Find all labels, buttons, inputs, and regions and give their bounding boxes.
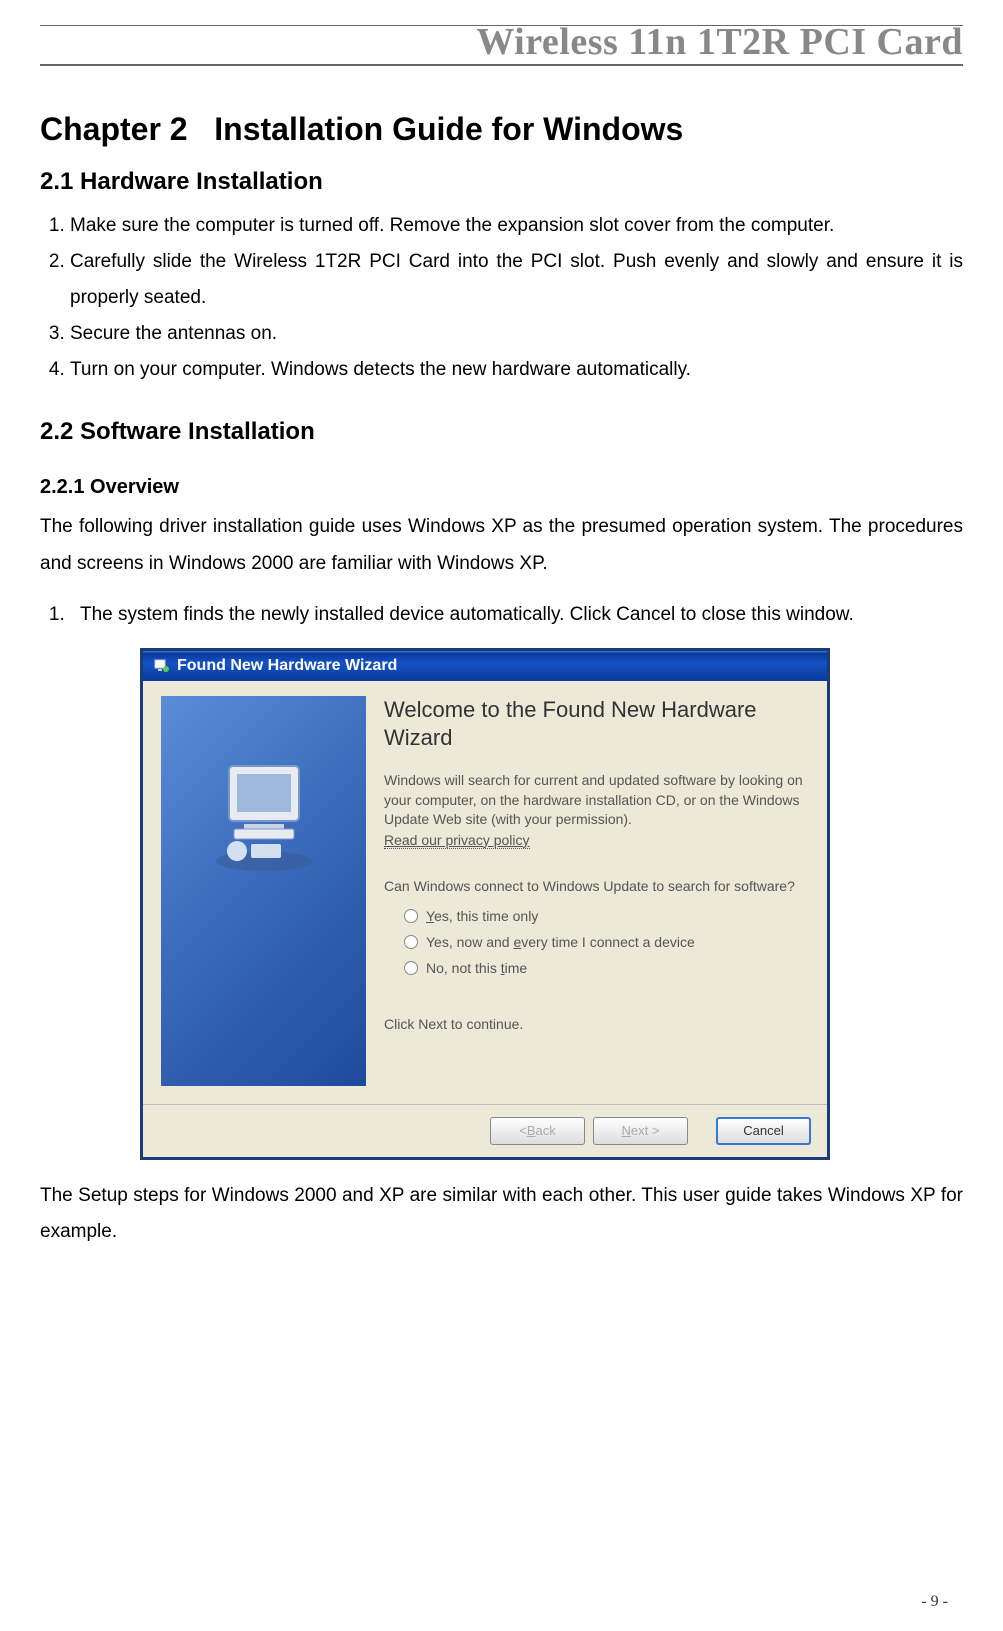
dialog-sidebar-graphic [161,696,366,1086]
radio-icon [404,909,418,923]
list-item: Carefully slide the Wireless 1T2R PCI Ca… [70,244,963,316]
chapter-name: Installation Guide for Windows [214,111,683,147]
radio-label: Yes, now and every time I connect a devi… [426,934,695,950]
back-button[interactable]: < Back [490,1117,585,1145]
list-item: Turn on your computer. Windows detects t… [70,352,963,388]
wizard-icon [153,657,171,675]
chapter-title: Chapter 2 Installation Guide for Windows [40,111,963,148]
radio-no[interactable]: No, not this time [404,960,809,976]
next-button[interactable]: Next > [593,1117,688,1145]
chapter-number: Chapter 2 [40,111,188,147]
software-section-title: 2.2 Software Installation [40,418,963,446]
list-item: The system finds the newly installed dev… [70,597,963,633]
step-bold: Cancel [616,604,675,625]
radio-label: No, not this time [426,960,527,976]
list-item: Make sure the computer is turned off. Re… [70,208,963,244]
dialog-footer: < Back Next > Cancel [143,1104,827,1157]
radio-yes-always[interactable]: Yes, now and every time I connect a devi… [404,934,809,950]
page-number: - 9 - [921,1593,948,1611]
privacy-policy-link[interactable]: Read our privacy policy [384,832,530,849]
dialog-title-text: Found New Hardware Wizard [177,657,397,675]
software-steps-list: The system finds the newly installed dev… [40,597,963,633]
hardware-steps-list: Make sure the computer is turned off. Re… [40,208,963,388]
found-new-hardware-wizard-dialog: Found New Hardware Wizard Welcome to the… [140,648,830,1160]
dialog-heading: Welcome to the Found New Hardware Wizard [384,696,809,753]
dialog-titlebar: Found New Hardware Wizard [143,651,827,681]
next-hint-text: Click Next to continue. [384,1016,809,1032]
header-rule [40,25,963,26]
radio-label: Yes, this time only [426,908,538,924]
dialog-description: Windows will search for current and upda… [384,771,809,830]
hardware-graphic-icon [189,736,339,886]
overview-text: The following driver installation guide … [40,509,963,581]
step-lead: The system finds the newly installed dev… [80,604,616,625]
dialog-body: Welcome to the Found New Hardware Wizard… [143,681,827,1104]
list-item: Secure the antennas on. [70,316,963,352]
radio-group: Yes, this time only Yes, now and every t… [404,908,809,976]
cancel-button[interactable]: Cancel [716,1117,811,1145]
dialog-content: Welcome to the Found New Hardware Wizard… [384,696,809,1086]
radio-icon [404,935,418,949]
product-title: Wireless 11n 1T2R PCI Card [476,21,963,63]
radio-yes-once[interactable]: Yes, this time only [404,908,809,924]
page-header: Wireless 11n 1T2R PCI Card [40,20,963,66]
dialog-question: Can Windows connect to Windows Update to… [384,877,809,897]
note-after-dialog: The Setup steps for Windows 2000 and XP … [40,1178,963,1250]
hardware-section-title: 2.1 Hardware Installation [40,168,963,196]
radio-icon [404,961,418,975]
overview-title: 2.2.1 Overview [40,476,963,499]
step-tail: to close this window. [675,604,853,625]
